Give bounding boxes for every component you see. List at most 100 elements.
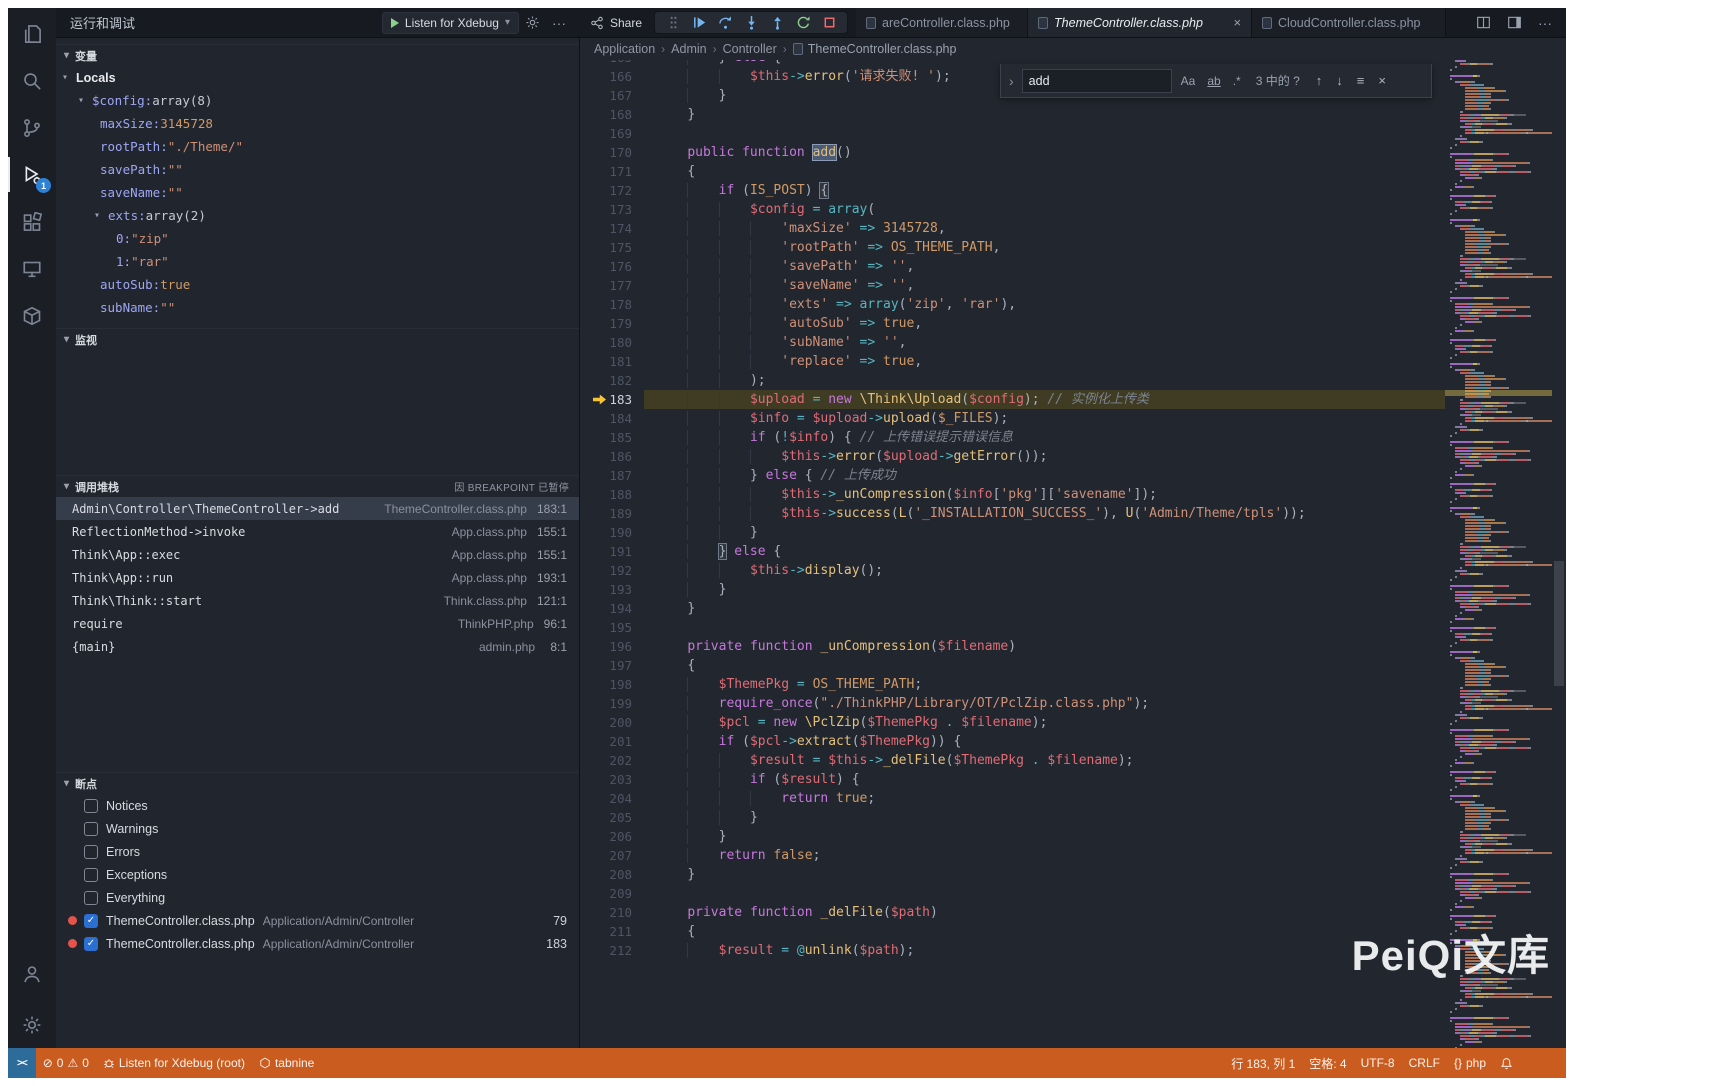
next-match-icon[interactable]: ↓ — [1332, 73, 1347, 88]
code-line[interactable]: 191 } else { — [580, 542, 1445, 561]
breadcrumb-item[interactable]: Controller — [723, 42, 777, 56]
start-debug-icon[interactable] — [390, 17, 399, 28]
debug-config-dropdown[interactable]: Listen for Xdebug ▾ — [381, 11, 519, 34]
scrollbar-thumb[interactable] — [1554, 561, 1564, 686]
search-icon[interactable] — [8, 57, 56, 104]
code-line[interactable]: 182 ); — [580, 371, 1445, 390]
variable-row[interactable]: subName: "" — [56, 296, 579, 319]
code-line[interactable]: 176 'savePath' => '', — [580, 257, 1445, 276]
problems-status[interactable]: ⊘ 0 ⚠ 0 — [36, 1048, 96, 1078]
toggle-replace-icon[interactable]: › — [1007, 73, 1016, 89]
stack-frame[interactable]: Think\App::run App.class.php 193:1 — [56, 566, 579, 589]
editor-more-actions-icon[interactable]: ··· — [1532, 15, 1558, 31]
layout-icon[interactable] — [1501, 15, 1528, 30]
variable-row[interactable]: savePath: "" — [56, 158, 579, 181]
stack-frame[interactable]: Think\App::exec App.class.php 155:1 — [56, 543, 579, 566]
package-icon[interactable] — [8, 292, 56, 339]
code-line[interactable]: 179 'autoSub' => true, — [580, 314, 1445, 333]
watch-section-header[interactable]: ▾ 监视 — [56, 328, 579, 350]
stop-button[interactable] — [817, 12, 841, 34]
code-line[interactable]: 198 $ThemePkg = OS_THEME_PATH; — [580, 675, 1445, 694]
find-in-selection-icon[interactable]: ≡ — [1353, 73, 1369, 88]
variable-row[interactable]: ▾ exts: array(2) — [56, 204, 579, 227]
code-line[interactable]: 187 } else { // 上传成功 — [580, 466, 1445, 485]
scope-row[interactable]: ▾ Locals — [56, 66, 579, 89]
cursor-position[interactable]: 行 183, 列 1 — [1224, 1055, 1302, 1072]
whole-word-icon[interactable]: ab — [1204, 72, 1223, 90]
step-over-button[interactable] — [713, 12, 737, 34]
breakpoint-entry-row[interactable]: ✓ ThemeController.class.php Application/Ad… — [56, 909, 579, 932]
code-line[interactable]: 190 } — [580, 523, 1445, 542]
minimap[interactable] — [1445, 60, 1552, 1048]
explorer-icon[interactable] — [8, 10, 56, 57]
checkbox-checked[interactable]: ✓ — [84, 913, 98, 928]
step-into-button[interactable] — [739, 12, 763, 34]
close-icon[interactable]: × — [1374, 73, 1390, 88]
encoding-status[interactable]: UTF-8 — [1354, 1056, 1402, 1070]
stack-frame[interactable]: {main} admin.php 8:1 — [56, 635, 579, 658]
code-line[interactable]: 207 return false; — [580, 846, 1445, 865]
code-line[interactable]: 170 public function add() — [580, 143, 1445, 162]
breadcrumb-item[interactable]: Admin — [671, 42, 706, 56]
run-debug-icon[interactable]: 1 — [8, 151, 56, 198]
code-line[interactable]: 209 — [580, 884, 1445, 903]
code-line[interactable]: 171 { — [580, 162, 1445, 181]
code-line[interactable]: 183 $upload = new \Think\Upload($config)… — [580, 390, 1445, 409]
checkbox-unchecked[interactable] — [84, 890, 98, 905]
code-line[interactable]: 175 'rootPath' => OS_THEME_PATH, — [580, 238, 1445, 257]
code-line[interactable]: 184 $info = $upload->upload($_FILES); — [580, 409, 1445, 428]
code-line[interactable]: 188 $this->_unCompression($info['pkg']['… — [580, 485, 1445, 504]
remote-indicator[interactable]: >< — [8, 1048, 36, 1078]
tabnine-status[interactable]: tabnine — [252, 1048, 321, 1078]
code-line[interactable]: 177 'saveName' => '', — [580, 276, 1445, 295]
stack-frame[interactable]: ReflectionMethod->invoke App.class.php 155… — [56, 520, 579, 543]
editor-tab[interactable]: areController.class.php — [856, 8, 1029, 37]
code-line[interactable]: 205 } — [580, 808, 1445, 827]
breadcrumb-item[interactable]: Application — [594, 42, 655, 56]
stack-frame[interactable]: Think\Think::start Think.class.php 121:1 — [56, 589, 579, 612]
code-line[interactable]: 181 'replace' => true, — [580, 352, 1445, 371]
previous-match-icon[interactable]: ↑ — [1312, 73, 1327, 88]
code-line[interactable]: 206 } — [580, 827, 1445, 846]
breakpoint-option-row[interactable]: Exceptions — [56, 863, 579, 886]
code-line[interactable]: 185 if (!$info) { // 上传错误提示错误信息 — [580, 428, 1445, 447]
code-line[interactable]: 210 private function _delFile($path) — [580, 903, 1445, 922]
debug-status[interactable]: Listen for Xdebug (root) — [96, 1048, 252, 1078]
eol-status[interactable]: CRLF — [1402, 1056, 1447, 1070]
variable-row[interactable]: saveName: "" — [56, 181, 579, 204]
code-line[interactable]: 204 return true; — [580, 789, 1445, 808]
code-line[interactable]: 201 if ($pcl->extract($ThemePkg)) { — [580, 732, 1445, 751]
breakpoint-option-row[interactable]: Warnings — [56, 817, 579, 840]
stack-frame[interactable]: require ThinkPHP.php 96:1 — [56, 612, 579, 635]
debug-settings-gear-icon[interactable] — [519, 15, 546, 30]
code-line[interactable]: 193 } — [580, 580, 1445, 599]
remote-explorer-icon[interactable] — [8, 245, 56, 292]
variable-row[interactable]: maxSize: 3145728 — [56, 112, 579, 135]
notifications-bell-icon[interactable] — [1493, 1057, 1520, 1070]
breakpoint-option-row[interactable]: Notices — [56, 794, 579, 817]
language-status[interactable]: {} php — [1447, 1056, 1493, 1070]
checkbox-checked[interactable]: ✓ — [84, 936, 98, 951]
variable-row[interactable]: 1: "rar" — [56, 250, 579, 273]
indentation-status[interactable]: 空格: 4 — [1302, 1055, 1353, 1072]
code-line[interactable]: 200 $pcl = new \PclZip($ThemePkg . $file… — [580, 713, 1445, 732]
checkbox-unchecked[interactable] — [84, 821, 98, 836]
code-line[interactable]: 174 'maxSize' => 3145728, — [580, 219, 1445, 238]
step-out-button[interactable] — [765, 12, 789, 34]
editor-tab[interactable]: ThemeController.class.php × — [1028, 8, 1253, 37]
code-line[interactable]: 192 $this->display(); — [580, 561, 1445, 580]
code-line[interactable]: 186 $this->error($upload->getError()); — [580, 447, 1445, 466]
code-line[interactable]: 172 if (IS_POST) { — [580, 181, 1445, 200]
source-control-icon[interactable] — [8, 104, 56, 151]
code-line[interactable]: 211 { — [580, 922, 1445, 941]
breadcrumb-file[interactable]: ThemeController.class.php — [792, 42, 956, 56]
continue-button[interactable] — [687, 12, 711, 34]
breakpoint-option-row[interactable]: Errors — [56, 840, 579, 863]
checkbox-unchecked[interactable] — [84, 844, 98, 859]
settings-gear-icon[interactable] — [8, 1001, 56, 1048]
code-line[interactable]: 180 'subName' => '', — [580, 333, 1445, 352]
share-button[interactable]: Share — [580, 8, 652, 37]
code-line[interactable]: 168 } — [580, 105, 1445, 124]
checkbox-unchecked[interactable] — [84, 867, 98, 882]
extensions-icon[interactable] — [8, 198, 56, 245]
